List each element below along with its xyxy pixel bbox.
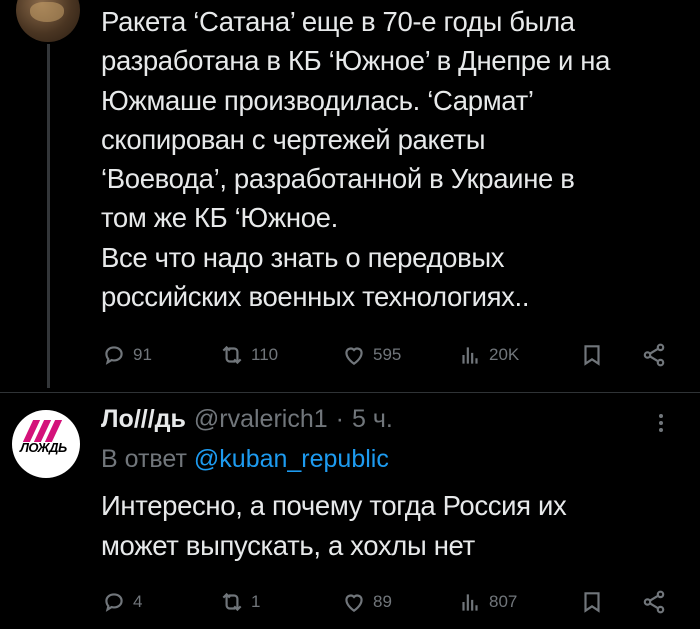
views-icon [462, 347, 478, 364]
retweet-button[interactable]: 1 [219, 589, 260, 615]
reply-context: В ответ @kuban_republic [101, 445, 389, 474]
thread-line [47, 44, 50, 388]
retweet-icon [222, 592, 242, 612]
tweet-actions: 4 1 89 807 [101, 587, 691, 617]
avatar[interactable] [16, 0, 80, 42]
like-button[interactable]: 89 [341, 589, 392, 615]
share-icon [643, 590, 665, 614]
tweet-header: Ло///дь @rvalerich1 · 5 ч. [101, 405, 393, 434]
share-button[interactable] [641, 589, 667, 615]
like-icon [345, 594, 363, 612]
divider [0, 392, 700, 393]
avatar[interactable]: ЛОЖДЬ [12, 410, 80, 478]
more-icon[interactable] [656, 412, 666, 436]
tweet-actions: 91 110 595 20K [101, 340, 691, 370]
retweet-count: 1 [251, 592, 261, 611]
reply-prefix: В ответ [101, 445, 187, 473]
reply-icon [105, 346, 123, 365]
reply-mention-link[interactable]: @kuban_republic [194, 445, 389, 473]
retweet-count: 110 [251, 345, 279, 364]
tweet-text: Интересно, а почему тогда Россия их може… [101, 490, 567, 561]
reply-count: 91 [133, 345, 152, 364]
display-name[interactable]: Ло///дь [101, 405, 186, 434]
bookmark-icon [584, 592, 600, 613]
bookmark-button[interactable] [579, 589, 605, 615]
user-handle[interactable]: @rvalerich1 [194, 405, 328, 434]
like-count: 89 [373, 592, 392, 611]
like-button[interactable]: 595 [341, 342, 401, 368]
share-icon [643, 343, 665, 367]
timestamp[interactable]: 5 ч. [352, 405, 393, 434]
separator: · [335, 405, 344, 433]
reply-count: 4 [133, 592, 143, 611]
views-count: 20K [489, 345, 520, 364]
views-count: 807 [489, 592, 518, 611]
reply-button[interactable]: 91 [101, 342, 152, 368]
retweet-icon [222, 345, 242, 365]
like-count: 595 [373, 345, 402, 364]
bookmark-button[interactable] [579, 342, 605, 368]
reply-button[interactable]: 4 [101, 589, 142, 615]
avatar-logo-text: ЛОЖДЬ [20, 440, 67, 455]
reply-icon [105, 593, 123, 612]
bookmark-icon [584, 345, 600, 366]
like-icon [345, 347, 363, 365]
tweet-text: Ракета ‘Сатана’ еще в 70-е годы была раз… [101, 6, 611, 313]
retweet-button[interactable]: 110 [219, 342, 278, 368]
views-button[interactable]: 20K [457, 342, 519, 368]
share-button[interactable] [641, 342, 667, 368]
views-icon [462, 594, 478, 611]
views-button[interactable]: 807 [457, 589, 517, 615]
